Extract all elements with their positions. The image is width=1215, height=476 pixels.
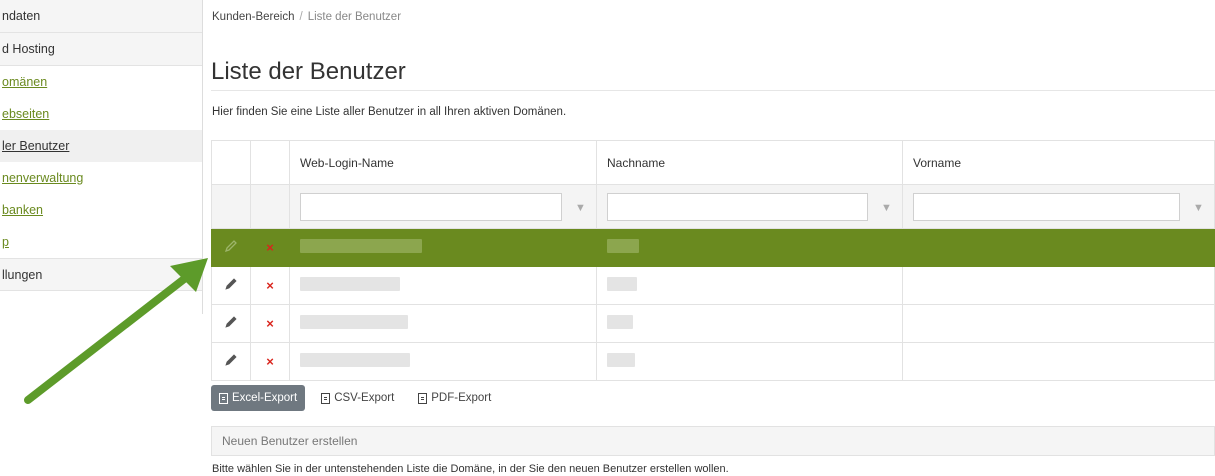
sidebar-item-datenbanken[interactable]: banken (0, 194, 202, 226)
redacted-nachname (607, 353, 635, 367)
column-header-nachname[interactable]: Nachname (596, 140, 903, 185)
delete-x-icon[interactable]: × (266, 278, 274, 293)
document-icon (321, 392, 331, 404)
header-delete (250, 140, 290, 185)
redacted-nachname (607, 277, 637, 291)
pencil-icon[interactable] (224, 277, 238, 291)
breadcrumb-separator: / (299, 11, 303, 23)
breadcrumb: Kunden-Bereich / Liste der Benutzer (212, 11, 401, 23)
filter-input-login[interactable]: ▼ (300, 192, 586, 221)
new-user-note: Bitte wählen Sie in der untenstehenden L… (212, 463, 729, 475)
sidebar-item-domaenenverwaltung[interactable]: nenverwaltung (0, 162, 202, 194)
redacted-nachname (607, 315, 633, 329)
document-icon (418, 392, 428, 404)
filter-funnel-icon[interactable]: ▼ (1193, 202, 1204, 214)
pencil-icon[interactable] (224, 353, 238, 367)
filter-funnel-icon[interactable]: ▼ (575, 202, 586, 214)
pencil-icon[interactable] (224, 239, 238, 253)
sidebar-item-alle-benutzer[interactable]: ler Benutzer (0, 130, 202, 162)
breadcrumb-current: Liste der Benutzer (307, 11, 402, 23)
delete-x-icon[interactable]: × (266, 316, 274, 331)
document-icon (219, 392, 228, 404)
sidebar-item-ftp[interactable]: p (0, 226, 202, 258)
export-toolbar: Excel-Export CSV-Export PDF-Export (211, 385, 499, 411)
column-header-login[interactable]: Web-Login-Name (289, 140, 597, 185)
filter-input-nachname[interactable]: ▼ (607, 192, 892, 221)
sidebar-item-webseiten[interactable]: ebseiten (0, 98, 202, 130)
table-row[interactable]: × (211, 304, 1215, 343)
table-row[interactable]: × (211, 266, 1215, 305)
filter-input-vorname[interactable]: ▼ (913, 192, 1204, 221)
page-title: Liste der Benutzer (211, 58, 406, 85)
sidebar: ndaten d Hosting omänen ebseiten ler Ben… (0, 0, 203, 314)
sidebar-item-hosting[interactable]: d Hosting (0, 33, 202, 66)
filter-row: ▼ ▼ ▼ (211, 184, 1215, 229)
pdf-export-button[interactable]: PDF-Export (410, 385, 499, 411)
redacted-nachname (607, 239, 639, 253)
redacted-login (300, 315, 408, 329)
table-header-row: Web-Login-Name Nachname Vorname (211, 140, 1215, 185)
users-table: Web-Login-Name Nachname Vorname ▼ ▼ ▼ × … (211, 140, 1215, 381)
header-edit (211, 140, 251, 185)
sidebar-item-stammdaten[interactable]: ndaten (0, 0, 202, 33)
csv-export-button[interactable]: CSV-Export (313, 385, 402, 411)
redacted-login (300, 277, 400, 291)
filter-funnel-icon[interactable]: ▼ (881, 202, 892, 214)
csv-export-label: CSV-Export (334, 392, 395, 404)
excel-export-button[interactable]: Excel-Export (211, 385, 306, 411)
excel-export-label: Excel-Export (232, 392, 298, 404)
delete-x-icon[interactable]: × (266, 354, 274, 369)
pencil-icon[interactable] (224, 315, 238, 329)
page-intro: Hier finden Sie eine Liste aller Benutze… (212, 106, 567, 118)
new-user-panel-header[interactable]: Neuen Benutzer erstellen (211, 426, 1215, 456)
title-divider (211, 90, 1215, 91)
redacted-login (300, 239, 422, 253)
sidebar-item-einstellungen[interactable]: llungen (0, 258, 202, 291)
sidebar-item-domaenen[interactable]: omänen (0, 66, 202, 98)
table-row[interactable]: × (211, 228, 1215, 267)
table-row[interactable]: × (211, 342, 1215, 381)
column-header-vorname[interactable]: Vorname (902, 140, 1215, 185)
pdf-export-label: PDF-Export (431, 392, 492, 404)
redacted-login (300, 353, 410, 367)
delete-x-icon[interactable]: × (266, 240, 274, 255)
breadcrumb-root[interactable]: Kunden-Bereich (212, 11, 294, 23)
